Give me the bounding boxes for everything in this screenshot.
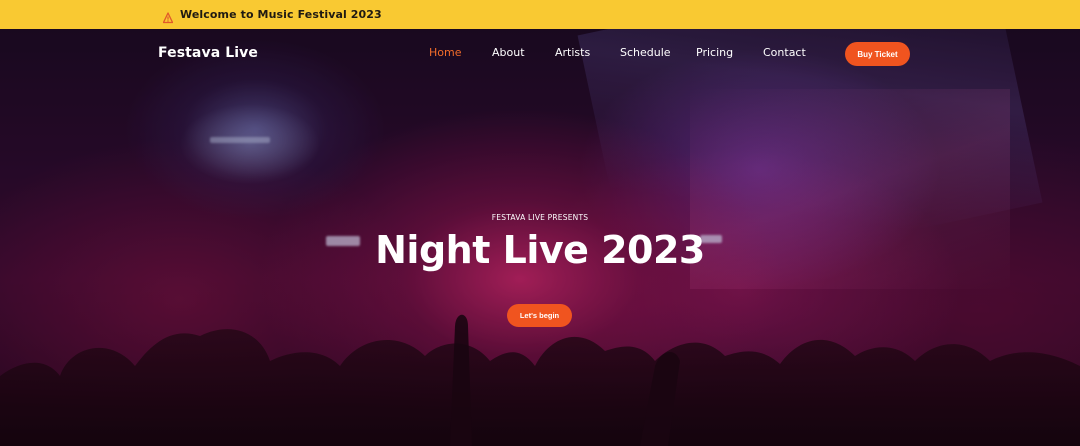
- nav-links: Home About Artists Schedule Pricing Cont…: [0, 29, 1080, 79]
- nav-link-schedule[interactable]: Schedule: [620, 46, 671, 59]
- announcement-text: Welcome to Music Festival 2023: [180, 8, 382, 21]
- nav-link-artists[interactable]: Artists: [555, 46, 590, 59]
- page: Welcome to Music Festival 2023 Festava L…: [0, 0, 1080, 446]
- hero-overlay: [0, 29, 1080, 446]
- nav-link-home[interactable]: Home: [429, 46, 461, 59]
- buy-ticket-button[interactable]: Buy Ticket: [845, 42, 910, 66]
- navbar: Festava Live Home About Artists Schedule…: [0, 29, 1080, 79]
- hero-background: [0, 29, 1080, 446]
- announcement-bar: Welcome to Music Festival 2023: [0, 0, 1080, 29]
- alert-triangle-icon: [162, 9, 174, 23]
- nav-link-about[interactable]: About: [492, 46, 525, 59]
- announcement-content: Welcome to Music Festival 2023: [162, 0, 382, 29]
- nav-link-pricing[interactable]: Pricing: [696, 46, 733, 59]
- nav-link-contact[interactable]: Contact: [763, 46, 806, 59]
- lets-begin-button[interactable]: Let's begin: [507, 304, 572, 327]
